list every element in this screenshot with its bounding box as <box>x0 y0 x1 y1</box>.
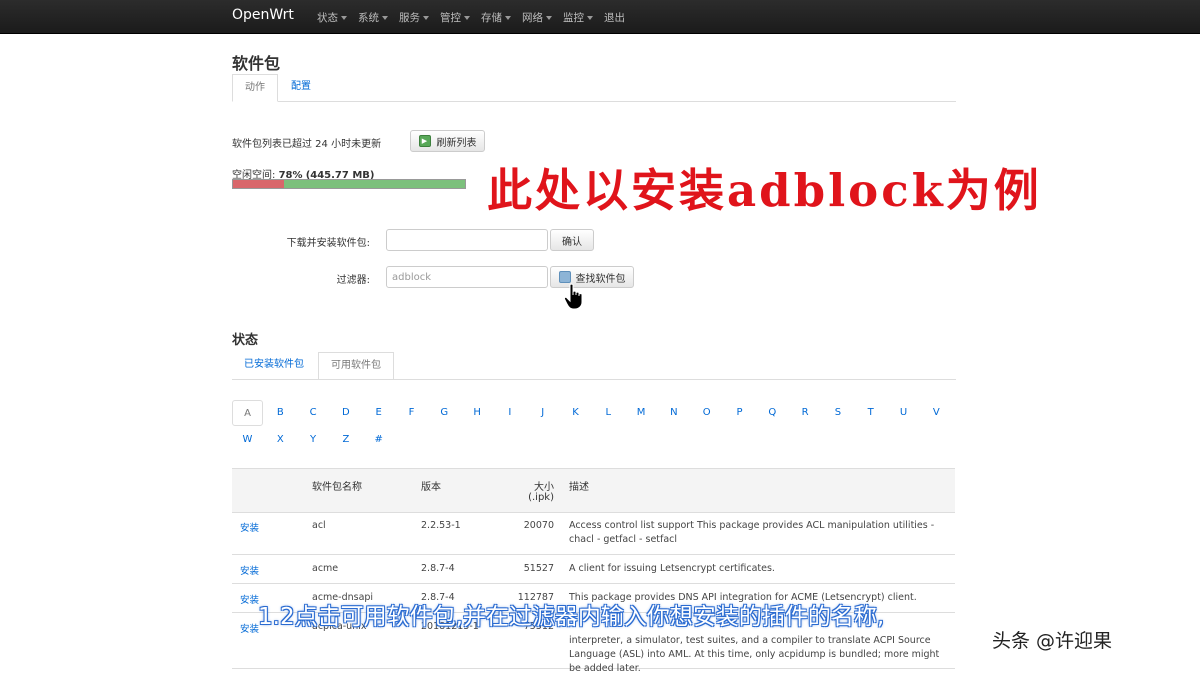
package-size: 20070 <box>523 520 554 531</box>
chevron-down-icon <box>505 15 511 20</box>
column-size: 大小 <box>534 482 554 493</box>
page-title: 软件包 <box>232 54 281 73</box>
menu-logout[interactable]: 退出 <box>604 10 625 25</box>
package-description: A client for issuing Letsencrypt certifi… <box>569 563 775 574</box>
used-space-fill <box>233 180 285 188</box>
package-description: interpreter, a simulator, test suites, a… <box>569 635 940 674</box>
menu-storage[interactable]: 存储 <box>481 10 511 25</box>
letter-y[interactable]: Y <box>298 427 329 453</box>
letter-t[interactable]: T <box>855 400 886 426</box>
install-link[interactable]: 安装 <box>240 621 259 635</box>
package-version: 2.2.53-1 <box>421 520 461 531</box>
free-space-bar <box>232 179 466 189</box>
menu-services[interactable]: 服务 <box>399 10 429 25</box>
filter-input[interactable]: adblock <box>386 266 548 288</box>
list-status-text: 软件包列表已超过 24 小时未更新 <box>232 139 382 150</box>
letter-x[interactable]: X <box>265 427 296 453</box>
letter-o[interactable]: O <box>691 400 722 426</box>
package-name: acl <box>312 520 326 531</box>
main-menu: 状态 系统 服务 管控 存储 网络 监控 退出 <box>317 10 636 25</box>
letter-z[interactable]: Z <box>330 427 361 453</box>
menu-system[interactable]: 系统 <box>358 10 388 25</box>
package-version: 2.8.7-4 <box>421 563 455 574</box>
tab-installed-packages[interactable]: 已安装软件包 <box>232 352 316 378</box>
letter-r[interactable]: R <box>790 400 821 426</box>
letter-u[interactable]: U <box>888 400 919 426</box>
install-link[interactable]: 安装 <box>240 592 259 606</box>
free-space-fill <box>284 180 465 188</box>
letter-q[interactable]: Q <box>757 400 788 426</box>
download-label: 下载并安装软件包: <box>286 238 370 249</box>
page-tabs: 动作 配置 <box>232 74 956 102</box>
package-description: Access control list support This package… <box>569 520 935 545</box>
letter-b[interactable]: B <box>265 400 296 426</box>
package-table-header: 软件包名称 版本 大小 (.ipk) 描述 <box>232 468 955 513</box>
confirm-button[interactable]: 确认 <box>550 229 594 251</box>
letter-n[interactable]: N <box>658 400 689 426</box>
tab-available-packages[interactable]: 可用软件包 <box>318 352 394 380</box>
chevron-down-icon <box>587 15 593 20</box>
letter-k[interactable]: K <box>560 400 591 426</box>
letter-s[interactable]: S <box>822 400 853 426</box>
table-row: 安装 acl 2.2.53-1 20070 Access control lis… <box>232 511 955 555</box>
package-name: acme <box>312 563 339 574</box>
letter-p[interactable]: P <box>724 400 755 426</box>
letter-f[interactable]: F <box>396 400 427 426</box>
hand-cursor-icon <box>563 283 583 310</box>
status-tabs: 已安装软件包 可用软件包 <box>232 352 956 380</box>
menu-control[interactable]: 管控 <box>440 10 470 25</box>
column-name: 软件包名称 <box>312 482 362 493</box>
letter-w[interactable]: W <box>232 427 263 453</box>
annotation-text: 此处以安装adblock为例 <box>487 164 1042 217</box>
chevron-down-icon <box>546 15 552 20</box>
letter-j[interactable]: J <box>527 400 558 426</box>
chevron-down-icon <box>464 15 470 20</box>
menu-status[interactable]: 状态 <box>317 10 347 25</box>
chevron-down-icon <box>423 15 429 20</box>
letter-g[interactable]: G <box>429 400 460 426</box>
search-icon <box>558 271 571 283</box>
chevron-down-icon <box>382 15 388 20</box>
letter-c[interactable]: C <box>298 400 329 426</box>
package-size: 51527 <box>523 563 554 574</box>
tab-actions[interactable]: 动作 <box>232 74 278 102</box>
chevron-down-icon <box>341 15 347 20</box>
menu-network[interactable]: 网络 <box>522 10 552 25</box>
letter-e[interactable]: E <box>363 400 394 426</box>
refresh-list-button[interactable]: ▶ 刷新列表 <box>410 130 485 152</box>
install-link[interactable]: 安装 <box>240 563 259 577</box>
download-package-input[interactable] <box>386 229 548 251</box>
letter-m[interactable]: M <box>626 400 657 426</box>
table-row: 安装 acme 2.8.7-4 51527 A client for issui… <box>232 554 955 584</box>
brand-logo[interactable]: OpenWrt <box>232 7 294 23</box>
status-title: 状态 <box>232 333 259 348</box>
letter-l[interactable]: L <box>593 400 624 426</box>
refresh-icon: ▶ <box>418 135 431 147</box>
column-size-unit: (.ipk) <box>528 492 554 503</box>
video-subtitle: 1.2点击可用软件包,并在过滤器内输入你想安装的插件的名称, <box>258 604 885 630</box>
letter-v[interactable]: V <box>921 400 952 426</box>
watermark: 头条 @许迎果 <box>992 630 1113 652</box>
letter-a[interactable]: A <box>232 400 263 426</box>
tab-config[interactable]: 配置 <box>279 74 323 100</box>
letter-h[interactable]: H <box>462 400 493 426</box>
letter-d[interactable]: D <box>330 400 361 426</box>
menu-monitor[interactable]: 监控 <box>563 10 593 25</box>
column-description: 描述 <box>569 482 589 493</box>
letter-other[interactable]: # <box>363 427 394 453</box>
install-link[interactable]: 安装 <box>240 520 259 534</box>
filter-label: 过滤器: <box>336 275 370 286</box>
top-navbar: OpenWrt 状态 系统 服务 管控 存储 网络 监控 退出 <box>0 0 1200 34</box>
letter-i[interactable]: I <box>494 400 525 426</box>
column-version: 版本 <box>421 482 441 493</box>
